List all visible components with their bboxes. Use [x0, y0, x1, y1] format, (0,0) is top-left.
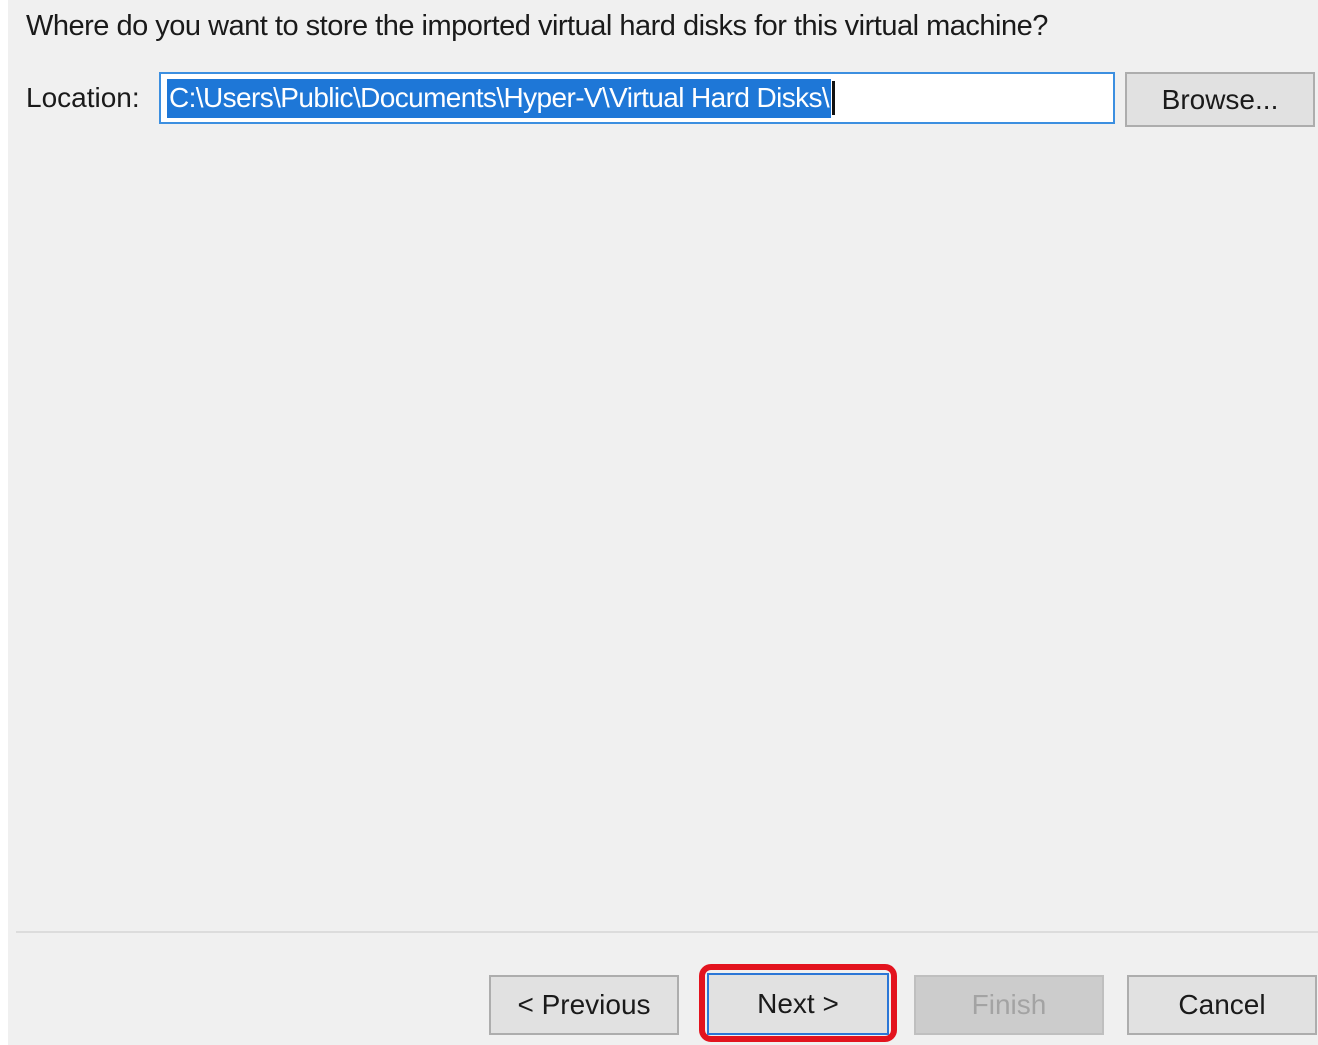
wizard-panel: Where do you want to store the imported … — [8, 0, 1318, 1045]
finish-button: Finish — [914, 975, 1104, 1035]
browse-button[interactable]: Browse... — [1125, 72, 1315, 127]
location-label: Location: — [26, 82, 140, 113]
text-caret — [832, 81, 836, 115]
next-button[interactable]: Next > — [707, 973, 889, 1035]
page-question: Where do you want to store the imported … — [26, 10, 1048, 42]
previous-button[interactable]: < Previous — [489, 975, 679, 1035]
cancel-button[interactable]: Cancel — [1127, 975, 1317, 1035]
location-input-value: C:\Users\Public\Documents\Hyper-V\Virtua… — [167, 78, 832, 118]
location-input[interactable]: C:\Users\Public\Documents\Hyper-V\Virtua… — [159, 72, 1115, 124]
footer-separator — [16, 931, 1318, 933]
